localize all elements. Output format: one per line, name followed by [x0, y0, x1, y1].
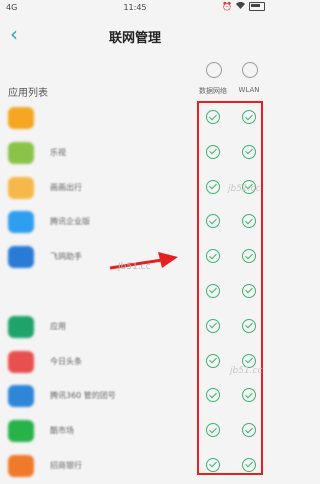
app-name: 画画出行: [50, 182, 82, 192]
app-name: 乐视: [50, 147, 66, 157]
alarm-icon: ⏰: [222, 2, 232, 11]
app-name: 酷市场: [50, 426, 74, 436]
app-icon: [8, 420, 34, 443]
app-name: 今日头条: [50, 356, 82, 366]
watermark: jb51.cc: [230, 366, 263, 376]
status-icons: ⏰: [222, 1, 265, 11]
app-icon: [8, 141, 34, 164]
data-network-select-all-toggle[interactable]: [206, 62, 222, 78]
app-icon: [8, 315, 34, 338]
app-icon: [8, 350, 34, 373]
wlan-column-label: WLAN: [238, 86, 260, 94]
app-name: 腾讯360 管的团号: [50, 391, 116, 401]
app-icon: [8, 176, 34, 199]
watermark: jb51.cc: [228, 184, 261, 194]
status-bar: 4G 11:45 ⏰: [0, 0, 270, 16]
app-name: 飞鸽助手: [50, 252, 82, 262]
app-name: 应用: [50, 321, 66, 331]
app-icon: [8, 246, 34, 269]
app-icon: [8, 107, 34, 129]
wifi-icon: [236, 1, 245, 11]
app-name: 腾讯企业版: [50, 217, 90, 227]
nav-bar: ‹ 联网管理: [0, 18, 270, 52]
battery-icon: [249, 2, 265, 11]
data-network-column-label: 数据网络: [199, 87, 227, 95]
overlay-label: Jb51.cc: [118, 262, 151, 272]
app-icon: [8, 280, 34, 303]
app-icon: [8, 211, 34, 234]
app-name: 招商银行: [50, 460, 82, 470]
highlight-box: [197, 101, 263, 475]
wlan-select-all-toggle[interactable]: [242, 62, 258, 78]
app-list-heading: 应用列表: [8, 88, 48, 99]
app-icon: [8, 454, 34, 477]
page-title: 联网管理: [108, 31, 161, 46]
app-icon: [8, 385, 34, 408]
